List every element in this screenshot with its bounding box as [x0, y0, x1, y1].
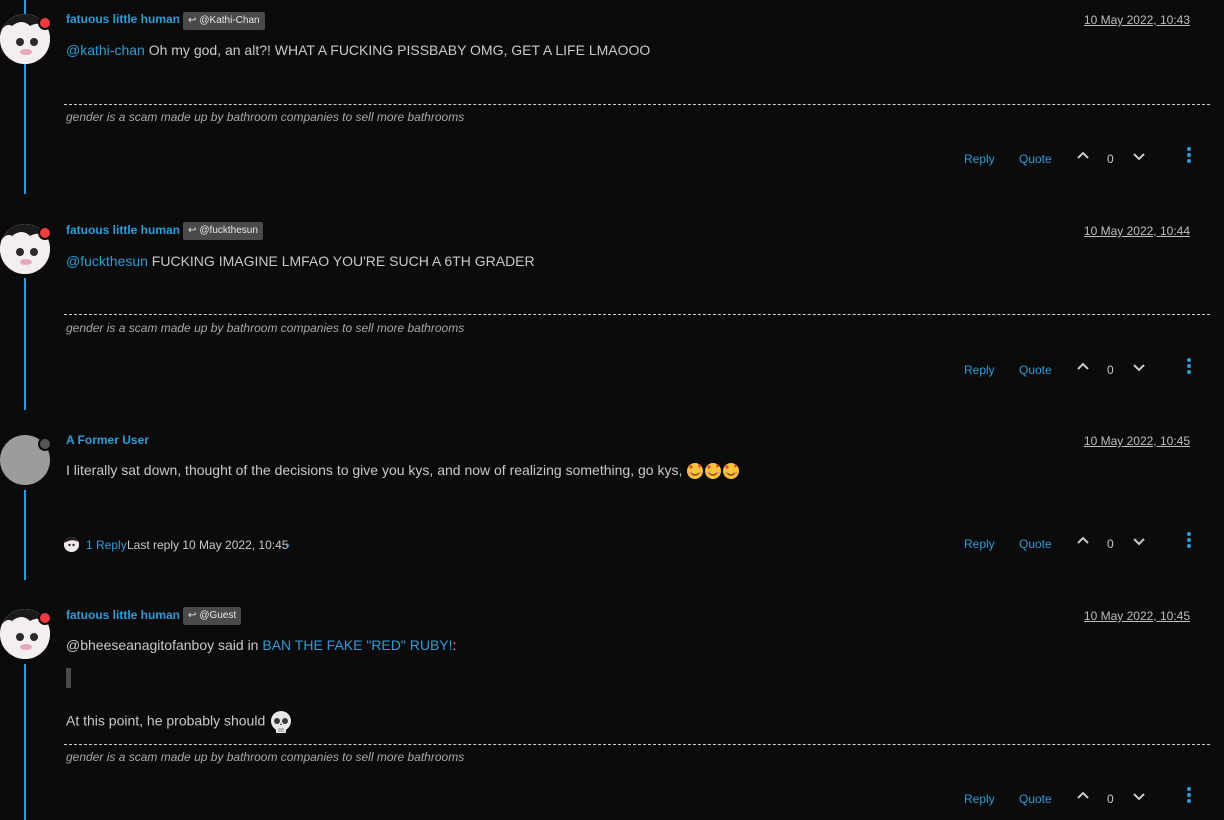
post-username[interactable]: fatuous little human — [66, 12, 180, 26]
quote-button[interactable]: Quote — [1019, 363, 1052, 377]
quote-colon: : — [452, 637, 457, 653]
vertical-dots-icon[interactable] — [1182, 531, 1196, 549]
reply-button[interactable]: Reply — [964, 792, 995, 806]
post-text: I literally sat down, thought of the dec… — [66, 462, 687, 478]
post-actions: Reply Quote 0 — [0, 358, 1224, 383]
post-actions: Reply Quote 0 — [0, 532, 1224, 557]
quote-author: @bheeseanagitofanboy said in — [66, 637, 263, 653]
post-username[interactable]: fatuous little human — [66, 608, 180, 622]
vote-count: 0 — [1107, 792, 1114, 806]
chevron-down-icon[interactable] — [1131, 788, 1147, 804]
chevron-down-icon[interactable] — [1131, 148, 1147, 164]
quote-header: @bheeseanagitofanboy said in BAN THE FAK… — [66, 637, 456, 653]
post-timestamp[interactable]: 10 May 2022, 10:45 — [1084, 434, 1190, 448]
blockquote-bar — [66, 668, 71, 688]
chevron-down-icon[interactable] — [1131, 533, 1147, 549]
reply-button[interactable]: Reply — [964, 537, 995, 551]
post-timestamp[interactable]: 10 May 2022, 10:43 — [1084, 13, 1190, 27]
post-timestamp[interactable]: 10 May 2022, 10:45 — [1084, 609, 1190, 623]
reply-to-label: @Kathi-Chan — [199, 15, 260, 26]
offline-status-dot — [38, 437, 52, 451]
chevron-up-icon[interactable] — [1075, 148, 1091, 164]
vote-count: 0 — [1107, 363, 1114, 377]
vertical-dots-icon[interactable] — [1182, 786, 1196, 804]
vertical-dots-icon[interactable] — [1182, 357, 1196, 375]
chevron-up-icon[interactable] — [1075, 788, 1091, 804]
chevron-up-icon[interactable] — [1075, 359, 1091, 375]
online-status-dot — [38, 611, 52, 625]
post-actions: Reply Quote 0 — [0, 787, 1224, 812]
reply-to-badge[interactable]: ↩ @fuckthesun — [183, 222, 263, 240]
thread-line — [24, 490, 26, 580]
post-username[interactable]: fatuous little human — [66, 223, 180, 237]
signature: gender is a scam made up by bathroom com… — [66, 750, 465, 764]
signature-divider — [64, 744, 1210, 745]
signature-divider — [64, 104, 1210, 105]
vote-count: 0 — [1107, 152, 1114, 166]
smiling-face-with-hearts-icon — [687, 463, 704, 480]
quote-button[interactable]: Quote — [1019, 537, 1052, 551]
reply-arrow-icon: ↩ — [188, 610, 197, 621]
signature: gender is a scam made up by bathroom com… — [66, 321, 465, 335]
quote-source-link[interactable]: BAN THE FAKE "RED" RUBY! — [262, 637, 452, 653]
reply-button[interactable]: Reply — [964, 363, 995, 377]
signature: gender is a scam made up by bathroom com… — [66, 110, 465, 124]
quote-button[interactable]: Quote — [1019, 152, 1052, 166]
post-text: At this point, he probably should — [66, 712, 270, 729]
post-content: @kathi-chan Oh my god, an alt?! WHAT A F… — [66, 42, 650, 58]
post-content: At this point, he probably should — [66, 710, 293, 734]
reply-arrow-icon: ↩ — [188, 15, 197, 26]
post-actions: Reply Quote 0 — [0, 147, 1224, 172]
post-content: @fuckthesun FUCKING IMAGINE LMFAO YOU'RE… — [66, 253, 535, 269]
post-text: Oh my god, an alt?! WHAT A FUCKING PISSB… — [144, 42, 651, 58]
online-status-dot — [38, 16, 52, 30]
chevron-down-icon[interactable] — [1131, 359, 1147, 375]
smiling-face-with-hearts-icon — [705, 463, 722, 480]
reply-to-label: @Guest — [199, 610, 237, 621]
skull-icon — [271, 711, 292, 733]
reply-to-badge[interactable]: ↩ @Guest — [183, 607, 242, 625]
post-content: I literally sat down, thought of the dec… — [66, 462, 740, 480]
thread-line — [24, 278, 26, 410]
reply-to-label: @fuckthesun — [199, 225, 258, 236]
post-text: FUCKING IMAGINE LMFAO YOU'RE SUCH A 6TH … — [147, 253, 535, 269]
reply-arrow-icon: ↩ — [188, 225, 197, 236]
online-status-dot — [38, 226, 52, 240]
vertical-dots-icon[interactable] — [1182, 146, 1196, 164]
quote-button[interactable]: Quote — [1019, 792, 1052, 806]
post-username[interactable]: A Former User — [66, 433, 149, 447]
signature-divider — [64, 314, 1210, 315]
post-timestamp[interactable]: 10 May 2022, 10:44 — [1084, 224, 1190, 238]
smiling-face-with-hearts-icon — [723, 463, 740, 480]
user-mention[interactable]: @fuckthesun — [66, 253, 148, 269]
chevron-up-icon[interactable] — [1075, 533, 1091, 549]
user-mention[interactable]: @kathi-chan — [66, 42, 145, 58]
reply-to-badge[interactable]: ↩ @Kathi-Chan — [183, 12, 265, 30]
reply-button[interactable]: Reply — [964, 152, 995, 166]
vote-count: 0 — [1107, 537, 1114, 551]
